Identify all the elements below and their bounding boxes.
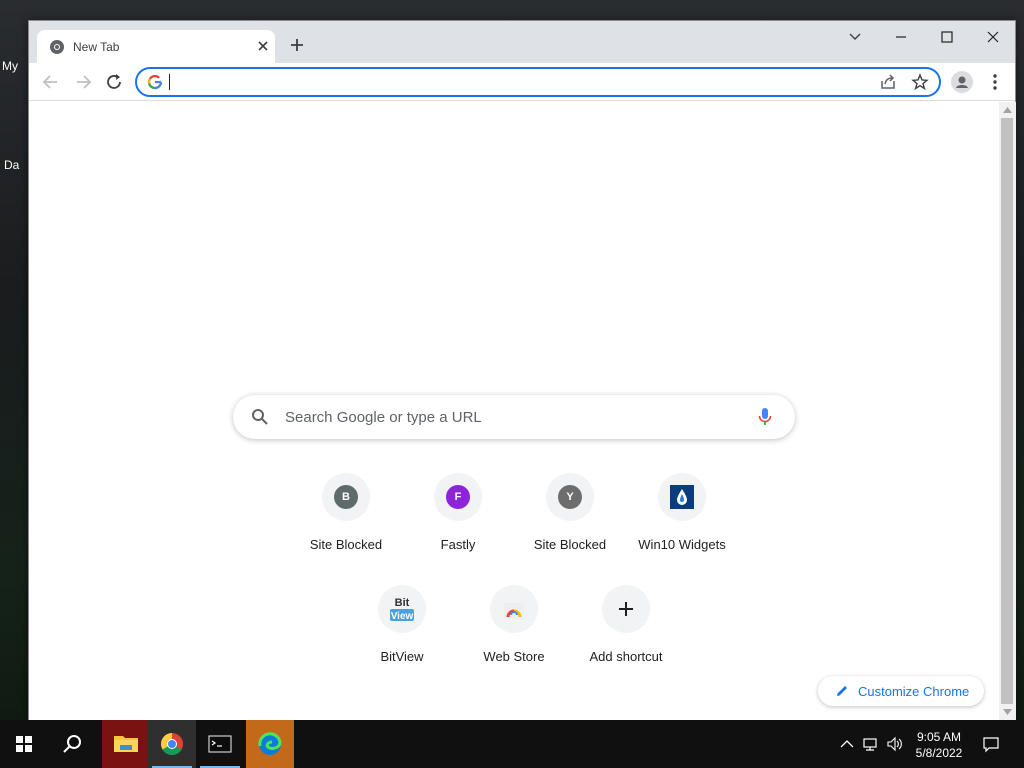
pencil-icon <box>837 686 847 696</box>
shortcut-site-blocked-y[interactable]: Y Site Blocked <box>514 473 626 573</box>
clock-time: 9:05 AM <box>916 730 962 744</box>
search-icon <box>252 409 268 425</box>
maximize-button[interactable] <box>932 25 962 49</box>
shortcut-label: Web Store <box>483 649 545 664</box>
browser-toolbar <box>29 63 1015 101</box>
shortcut-label: Win10 Widgets <box>638 537 726 552</box>
volume-icon[interactable] <box>886 735 904 753</box>
profile-avatar-button[interactable] <box>951 71 973 93</box>
water-drop-icon <box>670 485 694 509</box>
clock-date: 5/8/2022 <box>915 746 963 760</box>
letter-avatar-icon: Y <box>558 485 582 509</box>
chrome-favicon-icon <box>50 40 64 54</box>
share-icon[interactable] <box>879 73 897 91</box>
close-tab-icon[interactable] <box>255 38 271 54</box>
svg-text:Bit: Bit <box>395 597 410 609</box>
chevron-up-icon[interactable] <box>838 735 856 753</box>
shortcut-bitview[interactable]: Bit View BitView <box>346 585 458 685</box>
scrollbar-thumb[interactable] <box>1001 118 1013 704</box>
address-bar[interactable] <box>135 67 941 97</box>
kebab-menu-icon[interactable] <box>987 73 1003 91</box>
edge-taskbar-icon[interactable] <box>246 720 294 768</box>
shortcut-label: Site Blocked <box>533 537 607 552</box>
reload-button[interactable] <box>103 71 127 93</box>
shortcut-icon-tile: Bit View <box>378 585 426 633</box>
back-button[interactable] <box>39 71 63 93</box>
terminal-taskbar-icon[interactable] <box>196 720 244 768</box>
folder-icon <box>114 736 138 752</box>
network-icon[interactable] <box>862 735 880 753</box>
customize-chrome-button[interactable]: Customize Chrome <box>818 676 984 706</box>
desktop-icon-label[interactable]: Da <box>4 158 19 172</box>
letter-avatar-icon: F <box>446 485 470 509</box>
windows-start-icon[interactable] <box>0 720 48 768</box>
chrome-web-store-icon <box>504 603 524 619</box>
windows-taskbar: 9:05 AM 5/8/2022 <box>0 720 1024 768</box>
close-window-button[interactable] <box>978 25 1008 49</box>
shortcut-icon-tile <box>658 473 706 521</box>
customize-label: Customize Chrome <box>858 684 970 699</box>
text-cursor <box>169 74 170 90</box>
shortcut-icon-tile: Y <box>546 473 594 521</box>
search-placeholder: Search Google or type a URL <box>285 409 482 426</box>
minimize-button[interactable] <box>886 25 916 49</box>
shortcut-icon-tile: B <box>322 473 370 521</box>
shortcut-web-store[interactable]: Web Store <box>458 585 570 685</box>
svg-text:View: View <box>391 611 414 622</box>
new-tab-page: Search Google or type a URL B Site Block… <box>29 102 999 720</box>
shortcut-fastly[interactable]: F Fastly <box>402 473 514 573</box>
shortcut-icon-tile <box>602 585 650 633</box>
scroll-down-arrow-icon[interactable] <box>1003 708 1012 716</box>
bitview-logo: Bit View <box>390 597 414 622</box>
voice-search-mic-icon[interactable] <box>757 407 773 427</box>
google-g-icon <box>147 75 163 90</box>
search-box[interactable]: Search Google or type a URL <box>233 395 795 439</box>
scroll-up-arrow-icon[interactable] <box>1003 106 1012 114</box>
forward-button[interactable] <box>71 71 95 93</box>
letter-avatar-icon: B <box>334 485 358 509</box>
tab-strip: New Tab <box>29 21 1015 63</box>
shortcut-label: Add shortcut <box>589 649 663 664</box>
taskbar-clock[interactable]: 9:05 AM 5/8/2022 <box>910 729 968 761</box>
person-icon <box>956 76 968 88</box>
tab-title: New Tab <box>73 40 120 54</box>
shortcut-label: Site Blocked <box>309 537 383 552</box>
terminal-icon <box>208 735 232 753</box>
edge-icon <box>258 732 282 755</box>
bookmark-star-icon[interactable] <box>911 73 929 91</box>
shortcut-label: BitView <box>380 649 424 664</box>
tab-new-tab[interactable]: New Tab <box>37 30 275 63</box>
file-explorer-icon[interactable] <box>102 720 150 768</box>
shortcut-icon-tile <box>490 585 538 633</box>
vertical-scrollbar[interactable] <box>999 102 1016 720</box>
shortcut-win10-widgets[interactable]: Win10 Widgets <box>626 473 738 573</box>
shortcut-add[interactable]: Add shortcut <box>570 585 682 685</box>
chrome-taskbar-icon[interactable] <box>148 720 196 768</box>
notification-center-icon[interactable] <box>982 735 1000 753</box>
new-tab-button[interactable] <box>287 35 307 55</box>
desktop-icon-label[interactable]: My <box>2 59 18 73</box>
shortcut-site-blocked-b[interactable]: B Site Blocked <box>290 473 402 573</box>
shortcut-label: Fastly <box>440 537 476 552</box>
shortcut-icon-tile: F <box>434 473 482 521</box>
chrome-icon <box>161 733 183 755</box>
search-icon[interactable] <box>48 720 96 768</box>
tab-search-icon[interactable] <box>840 25 870 49</box>
chrome-window: New Tab Search Google or type a URL B Si… <box>28 20 1016 720</box>
plus-icon <box>619 602 633 616</box>
